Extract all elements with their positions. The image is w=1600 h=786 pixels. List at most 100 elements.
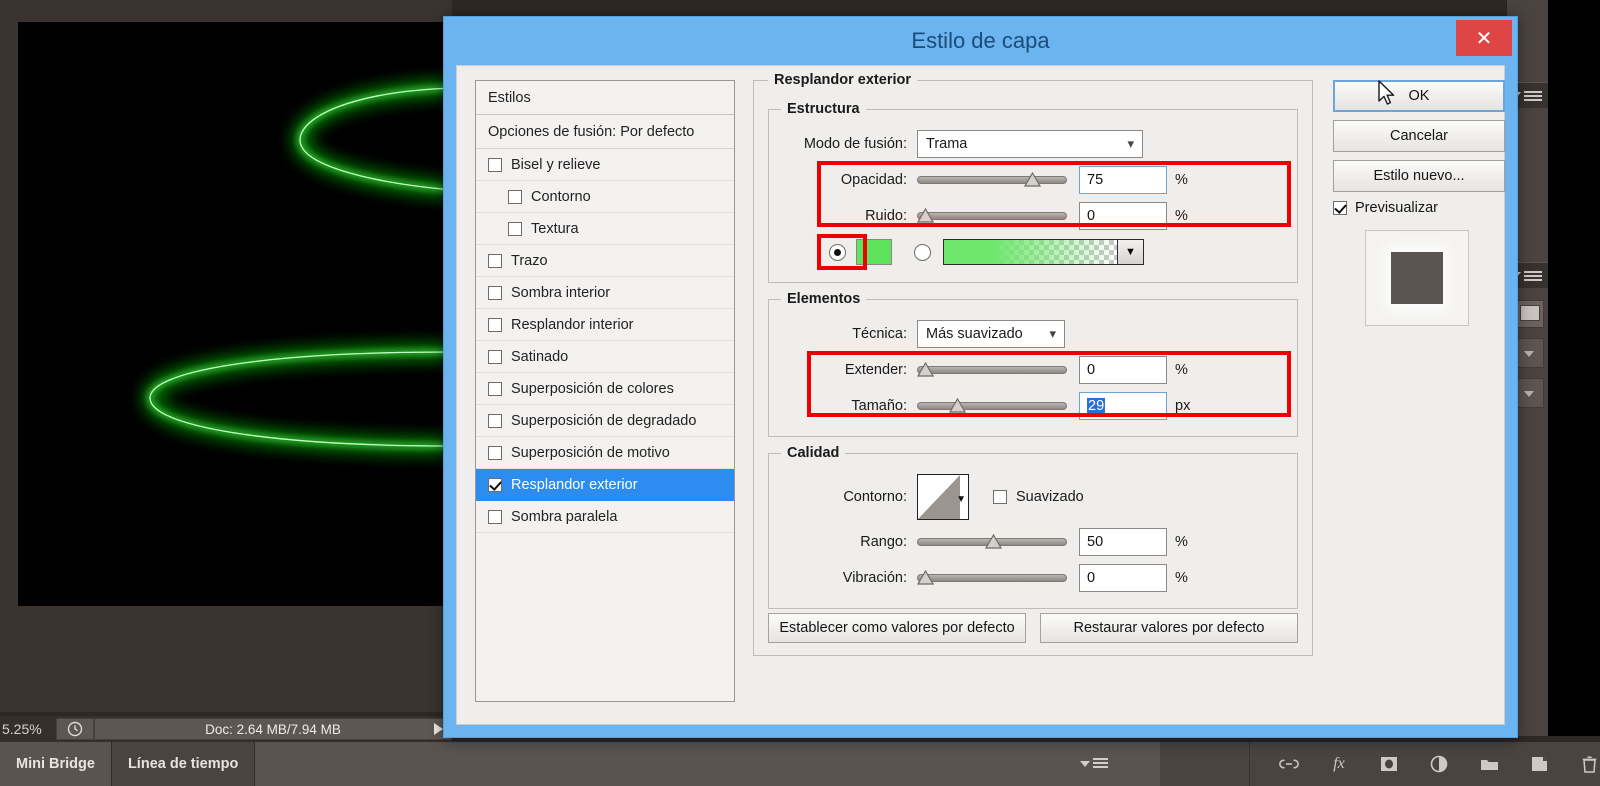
- slider-track: [917, 366, 1067, 374]
- trash-icon[interactable]: [1578, 753, 1600, 775]
- noise-slider[interactable]: [917, 207, 1067, 225]
- styles-list-header[interactable]: Estilos: [476, 81, 734, 115]
- chevron-down-icon: [1524, 391, 1534, 397]
- opacity-input[interactable]: 75: [1079, 166, 1167, 194]
- jitter-input[interactable]: 0: [1079, 564, 1167, 592]
- checkbox-icon[interactable]: [488, 509, 502, 524]
- size-slider[interactable]: [917, 397, 1067, 415]
- jitter-label: Vibración:: [842, 570, 907, 586]
- checkbox-icon[interactable]: [488, 317, 502, 332]
- jitter-slider[interactable]: [917, 569, 1067, 587]
- style-item-resplandor-interior[interactable]: Resplandor interior: [476, 309, 734, 341]
- style-item-satinado[interactable]: Satinado: [476, 341, 734, 373]
- slider-thumb[interactable]: [949, 398, 966, 413]
- slider-thumb[interactable]: [1024, 172, 1041, 187]
- style-preview: [1365, 230, 1469, 326]
- checkbox-icon[interactable]: [488, 285, 502, 300]
- style-item-resplandor-exterior[interactable]: Resplandor exterior: [476, 469, 734, 501]
- blend-mode-value: Trama: [926, 136, 968, 152]
- chevron-down-icon: ▾: [1127, 136, 1134, 151]
- set-defaults-button[interactable]: Establecer como valores por defecto: [768, 613, 1026, 643]
- range-input[interactable]: 50: [1079, 528, 1167, 556]
- preview-toggle[interactable]: Previsualizar: [1333, 200, 1505, 216]
- antialias-checkbox[interactable]: [993, 490, 1007, 504]
- tab-mini-bridge[interactable]: Mini Bridge: [0, 742, 112, 786]
- gradient-radio[interactable]: [914, 243, 931, 261]
- close-icon[interactable]: ✕: [1456, 20, 1512, 56]
- contour-preview[interactable]: ▼: [917, 474, 969, 520]
- slider-thumb[interactable]: [917, 570, 934, 585]
- style-item-sombra-interior[interactable]: Sombra interior: [476, 277, 734, 309]
- range-label: Rango:: [860, 534, 907, 550]
- checkbox-icon[interactable]: [488, 477, 502, 492]
- bottom-tab-bar: Mini Bridge Línea de tiempo: [0, 742, 1160, 786]
- noise-input[interactable]: 0: [1079, 202, 1167, 230]
- slider-thumb[interactable]: [917, 208, 934, 223]
- gradient-dropdown-icon[interactable]: ▼: [1118, 239, 1144, 265]
- style-item-label: Textura: [531, 220, 579, 237]
- blending-options-item[interactable]: Opciones de fusión: Por defecto: [476, 115, 734, 149]
- spread-value: 0: [1087, 362, 1096, 378]
- new-style-button[interactable]: Estilo nuevo...: [1333, 160, 1505, 192]
- jitter-value: 0: [1087, 570, 1096, 586]
- style-item-textura[interactable]: Textura: [476, 213, 734, 245]
- solid-color-radio[interactable]: [829, 243, 846, 261]
- link-icon[interactable]: [1278, 753, 1300, 775]
- fx-icon[interactable]: fx: [1328, 753, 1350, 775]
- checkbox-icon[interactable]: [488, 157, 502, 172]
- clock-icon[interactable]: [56, 718, 94, 740]
- document-canvas[interactable]: [18, 22, 452, 606]
- chevron-down-icon[interactable]: ▼: [956, 494, 966, 505]
- range-slider[interactable]: [917, 533, 1067, 551]
- checkbox-icon[interactable]: [508, 221, 522, 236]
- slider-thumb[interactable]: [917, 362, 934, 377]
- opacity-value: 75: [1087, 172, 1104, 188]
- noise-label: Ruido:: [865, 208, 907, 224]
- cancel-button[interactable]: Cancelar: [1333, 120, 1505, 152]
- gradient-preview[interactable]: [943, 239, 1118, 265]
- slider-track: [917, 574, 1067, 582]
- blend-mode-row: Modo de fusión: Trama ▾: [781, 128, 1285, 160]
- technique-select[interactable]: Más suavizado ▾: [917, 320, 1065, 348]
- style-item-bisel-y-relieve[interactable]: Bisel y relieve: [476, 149, 734, 181]
- adjustment-icon[interactable]: [1428, 753, 1450, 775]
- spread-input[interactable]: 0: [1079, 356, 1167, 384]
- reset-defaults-button[interactable]: Restaurar valores por defecto: [1040, 613, 1298, 643]
- checkbox-icon[interactable]: [488, 349, 502, 364]
- panel-options-icon[interactable]: [1080, 758, 1108, 770]
- range-value: 50: [1087, 534, 1104, 550]
- checkbox-icon[interactable]: [488, 253, 502, 268]
- contour-row: Contorno: ▼ Suavizado: [781, 472, 1285, 522]
- checkbox-icon[interactable]: [488, 413, 502, 428]
- spread-slider[interactable]: [917, 361, 1067, 379]
- size-input[interactable]: 29: [1079, 392, 1167, 420]
- checkbox-icon[interactable]: [488, 445, 502, 460]
- ok-button[interactable]: OK: [1333, 80, 1505, 112]
- noise-row: Ruido: 0 %: [781, 200, 1285, 232]
- mask-icon[interactable]: [1378, 753, 1400, 775]
- checkbox-icon[interactable]: [508, 189, 522, 204]
- checkbox-icon[interactable]: [1333, 201, 1347, 215]
- expand-arrow-icon[interactable]: [434, 723, 443, 735]
- dialog-title-bar[interactable]: Estilo de capa ✕: [444, 17, 1517, 65]
- technique-value: Más suavizado: [926, 326, 1023, 342]
- new-layer-icon[interactable]: [1528, 753, 1550, 775]
- panel-swatch-button[interactable]: [1514, 300, 1544, 328]
- style-item-sombra-paralela[interactable]: Sombra paralela: [476, 501, 734, 533]
- glow-color-swatch[interactable]: [856, 239, 892, 265]
- document-size[interactable]: Doc: 2.64 MB/7.94 MB: [94, 718, 452, 740]
- style-item-superposicion-de-motivo[interactable]: Superposición de motivo: [476, 437, 734, 469]
- style-item-superposicion-de-colores[interactable]: Superposición de colores: [476, 373, 734, 405]
- slider-thumb[interactable]: [985, 534, 1002, 549]
- zoom-level[interactable]: 5.25%: [0, 721, 56, 737]
- style-item-superposicion-de-degradado[interactable]: Superposición de degradado: [476, 405, 734, 437]
- checkbox-icon[interactable]: [488, 381, 502, 396]
- elements-title: Elementos: [781, 291, 867, 307]
- style-item-contorno[interactable]: Contorno: [476, 181, 734, 213]
- slider-track: [917, 212, 1067, 220]
- folder-icon[interactable]: [1478, 753, 1500, 775]
- style-item-trazo[interactable]: Trazo: [476, 245, 734, 277]
- tab-linea-de-tiempo[interactable]: Línea de tiempo: [112, 742, 256, 786]
- opacity-slider[interactable]: [917, 171, 1067, 189]
- blend-mode-select[interactable]: Trama ▾: [917, 130, 1143, 158]
